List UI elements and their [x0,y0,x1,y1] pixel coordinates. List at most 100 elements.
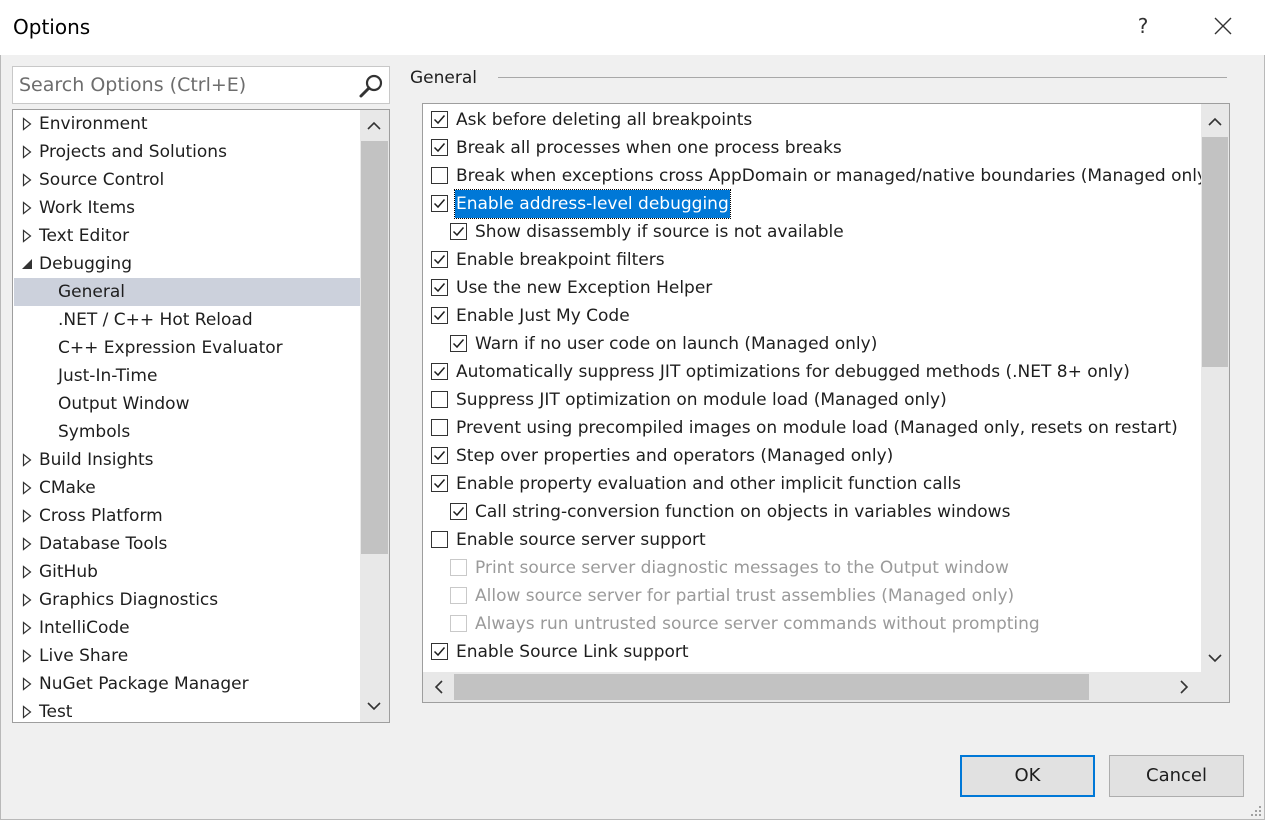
search-input[interactable] [19,72,349,98]
option-checkbox[interactable] [431,195,448,212]
checkmark-icon [433,311,446,321]
tree-item[interactable]: Symbols [14,418,360,446]
option-checkbox[interactable] [431,475,448,492]
tree-item-label: Output Window [58,394,190,414]
tree-item[interactable]: Build Insights [14,446,360,474]
tree-item[interactable]: Live Share [14,642,360,670]
option-checkbox[interactable] [431,139,448,156]
help-button[interactable]: ? [1128,14,1158,38]
resize-grip-icon[interactable] [1249,804,1263,818]
tree-item[interactable]: Projects and Solutions [14,138,360,166]
tree-item-label: Live Share [39,646,129,666]
search-box [12,66,390,104]
collapse-arrow-icon[interactable] [20,250,34,278]
scroll-up-icon[interactable] [364,116,384,136]
option-label: Prevent using precompiled images on modu… [456,418,1178,438]
expand-arrow-icon[interactable] [20,698,34,722]
option-label: Call string-conversion function on objec… [475,502,1011,522]
option-label: Enable source server support [456,530,706,550]
expand-arrow-icon[interactable] [20,530,34,558]
tree-item[interactable]: NuGet Package Manager [14,670,360,698]
options-vscrollbar[interactable] [1201,104,1229,672]
tree-item[interactable]: CMake [14,474,360,502]
expand-arrow-icon[interactable] [20,642,34,670]
checkmark-icon [452,227,465,237]
option-label: Show disassembly if source is not availa… [475,222,844,242]
ok-button[interactable]: OK [960,755,1095,797]
option-checkbox[interactable] [431,363,448,380]
expand-arrow-icon[interactable] [20,614,34,642]
scroll-right-icon[interactable] [1174,677,1194,697]
option-label: Enable address-level debugging [454,189,731,219]
option-checkbox[interactable] [431,111,448,128]
tree-scrollbar[interactable] [360,110,389,722]
option-checkbox[interactable] [431,643,448,660]
options-hscrollbar[interactable] [423,672,1229,702]
search-icon[interactable] [357,72,385,100]
option-checkbox[interactable] [431,279,448,296]
option-label: Enable breakpoint filters [456,250,665,270]
tree-item[interactable]: Cross Platform [14,502,360,530]
tree-item[interactable]: Just-In-Time [14,362,360,390]
option-checkbox[interactable] [431,391,448,408]
option-label: Enable property evaluation and other imp… [456,474,961,494]
scroll-up-icon[interactable] [1205,112,1225,132]
tree-item-label: NuGet Package Manager [39,674,249,694]
expand-arrow-icon[interactable] [20,446,34,474]
option-checkbox[interactable] [450,503,467,520]
tree-scroll-thumb[interactable] [361,141,388,554]
option-label: Suppress JIT optimization on module load… [456,390,947,410]
tree-item[interactable]: Output Window [14,390,360,418]
tree-item[interactable]: Environment [14,110,360,138]
options-list: Ask before deleting all breakpoints Break… [422,103,1230,703]
tree-item[interactable]: .NET / C++ Hot Reload [14,306,360,334]
option-checkbox[interactable] [431,251,448,268]
scroll-left-icon[interactable] [429,677,449,697]
expand-arrow-icon[interactable] [20,194,34,222]
tree-item[interactable]: Graphics Diagnostics [14,586,360,614]
tree-item[interactable]: IntelliCode [14,614,360,642]
checkmark-icon [433,451,446,461]
tree-item[interactable]: Source Control [14,166,360,194]
expand-arrow-icon[interactable] [20,138,34,166]
tree-item-label: Graphics Diagnostics [39,590,219,610]
expand-arrow-icon[interactable] [20,586,34,614]
checkmark-icon [452,507,465,517]
expand-arrow-icon[interactable] [20,110,34,138]
option-checkbox[interactable] [431,447,448,464]
option-checkbox[interactable] [431,167,448,184]
tree-item-label: Cross Platform [39,506,163,526]
tree-item[interactable]: C++ Expression Evaluator [14,334,360,362]
expand-arrow-icon[interactable] [20,502,34,530]
expand-arrow-icon[interactable] [20,474,34,502]
title-bar: Options ? [0,0,1265,55]
options-hscroll-thumb[interactable] [454,674,1089,700]
expand-arrow-icon[interactable] [20,222,34,250]
option-checkbox[interactable] [431,307,448,324]
tree-item[interactable]: Debugging [14,250,360,278]
tree-item[interactable]: General [14,278,360,306]
option-checkbox[interactable] [431,531,448,548]
option-checkbox[interactable] [450,335,467,352]
tree-item[interactable]: Text Editor [14,222,360,250]
tree-item[interactable]: Database Tools [14,530,360,558]
tree-item[interactable]: Test [14,698,360,722]
option-checkbox[interactable] [431,419,448,436]
tree-item-label: Text Editor [39,226,130,246]
group-divider [498,77,1227,78]
tree-item[interactable]: Work Items [14,194,360,222]
expand-arrow-icon[interactable] [20,558,34,586]
checkmark-icon [433,283,446,293]
tree-item[interactable]: GitHub [14,558,360,586]
option-checkbox[interactable] [450,223,467,240]
close-button[interactable] [1208,10,1238,43]
scroll-down-icon[interactable] [364,696,384,716]
cancel-button[interactable]: Cancel [1109,755,1244,797]
option-label: Ask before deleting all breakpoints [456,110,753,130]
options-vscroll-thumb[interactable] [1202,137,1228,367]
option-label: Use the new Exception Helper [456,278,713,298]
tree-item-label: Source Control [39,170,165,190]
scroll-down-icon[interactable] [1205,648,1225,668]
expand-arrow-icon[interactable] [20,166,34,194]
expand-arrow-icon[interactable] [20,670,34,698]
